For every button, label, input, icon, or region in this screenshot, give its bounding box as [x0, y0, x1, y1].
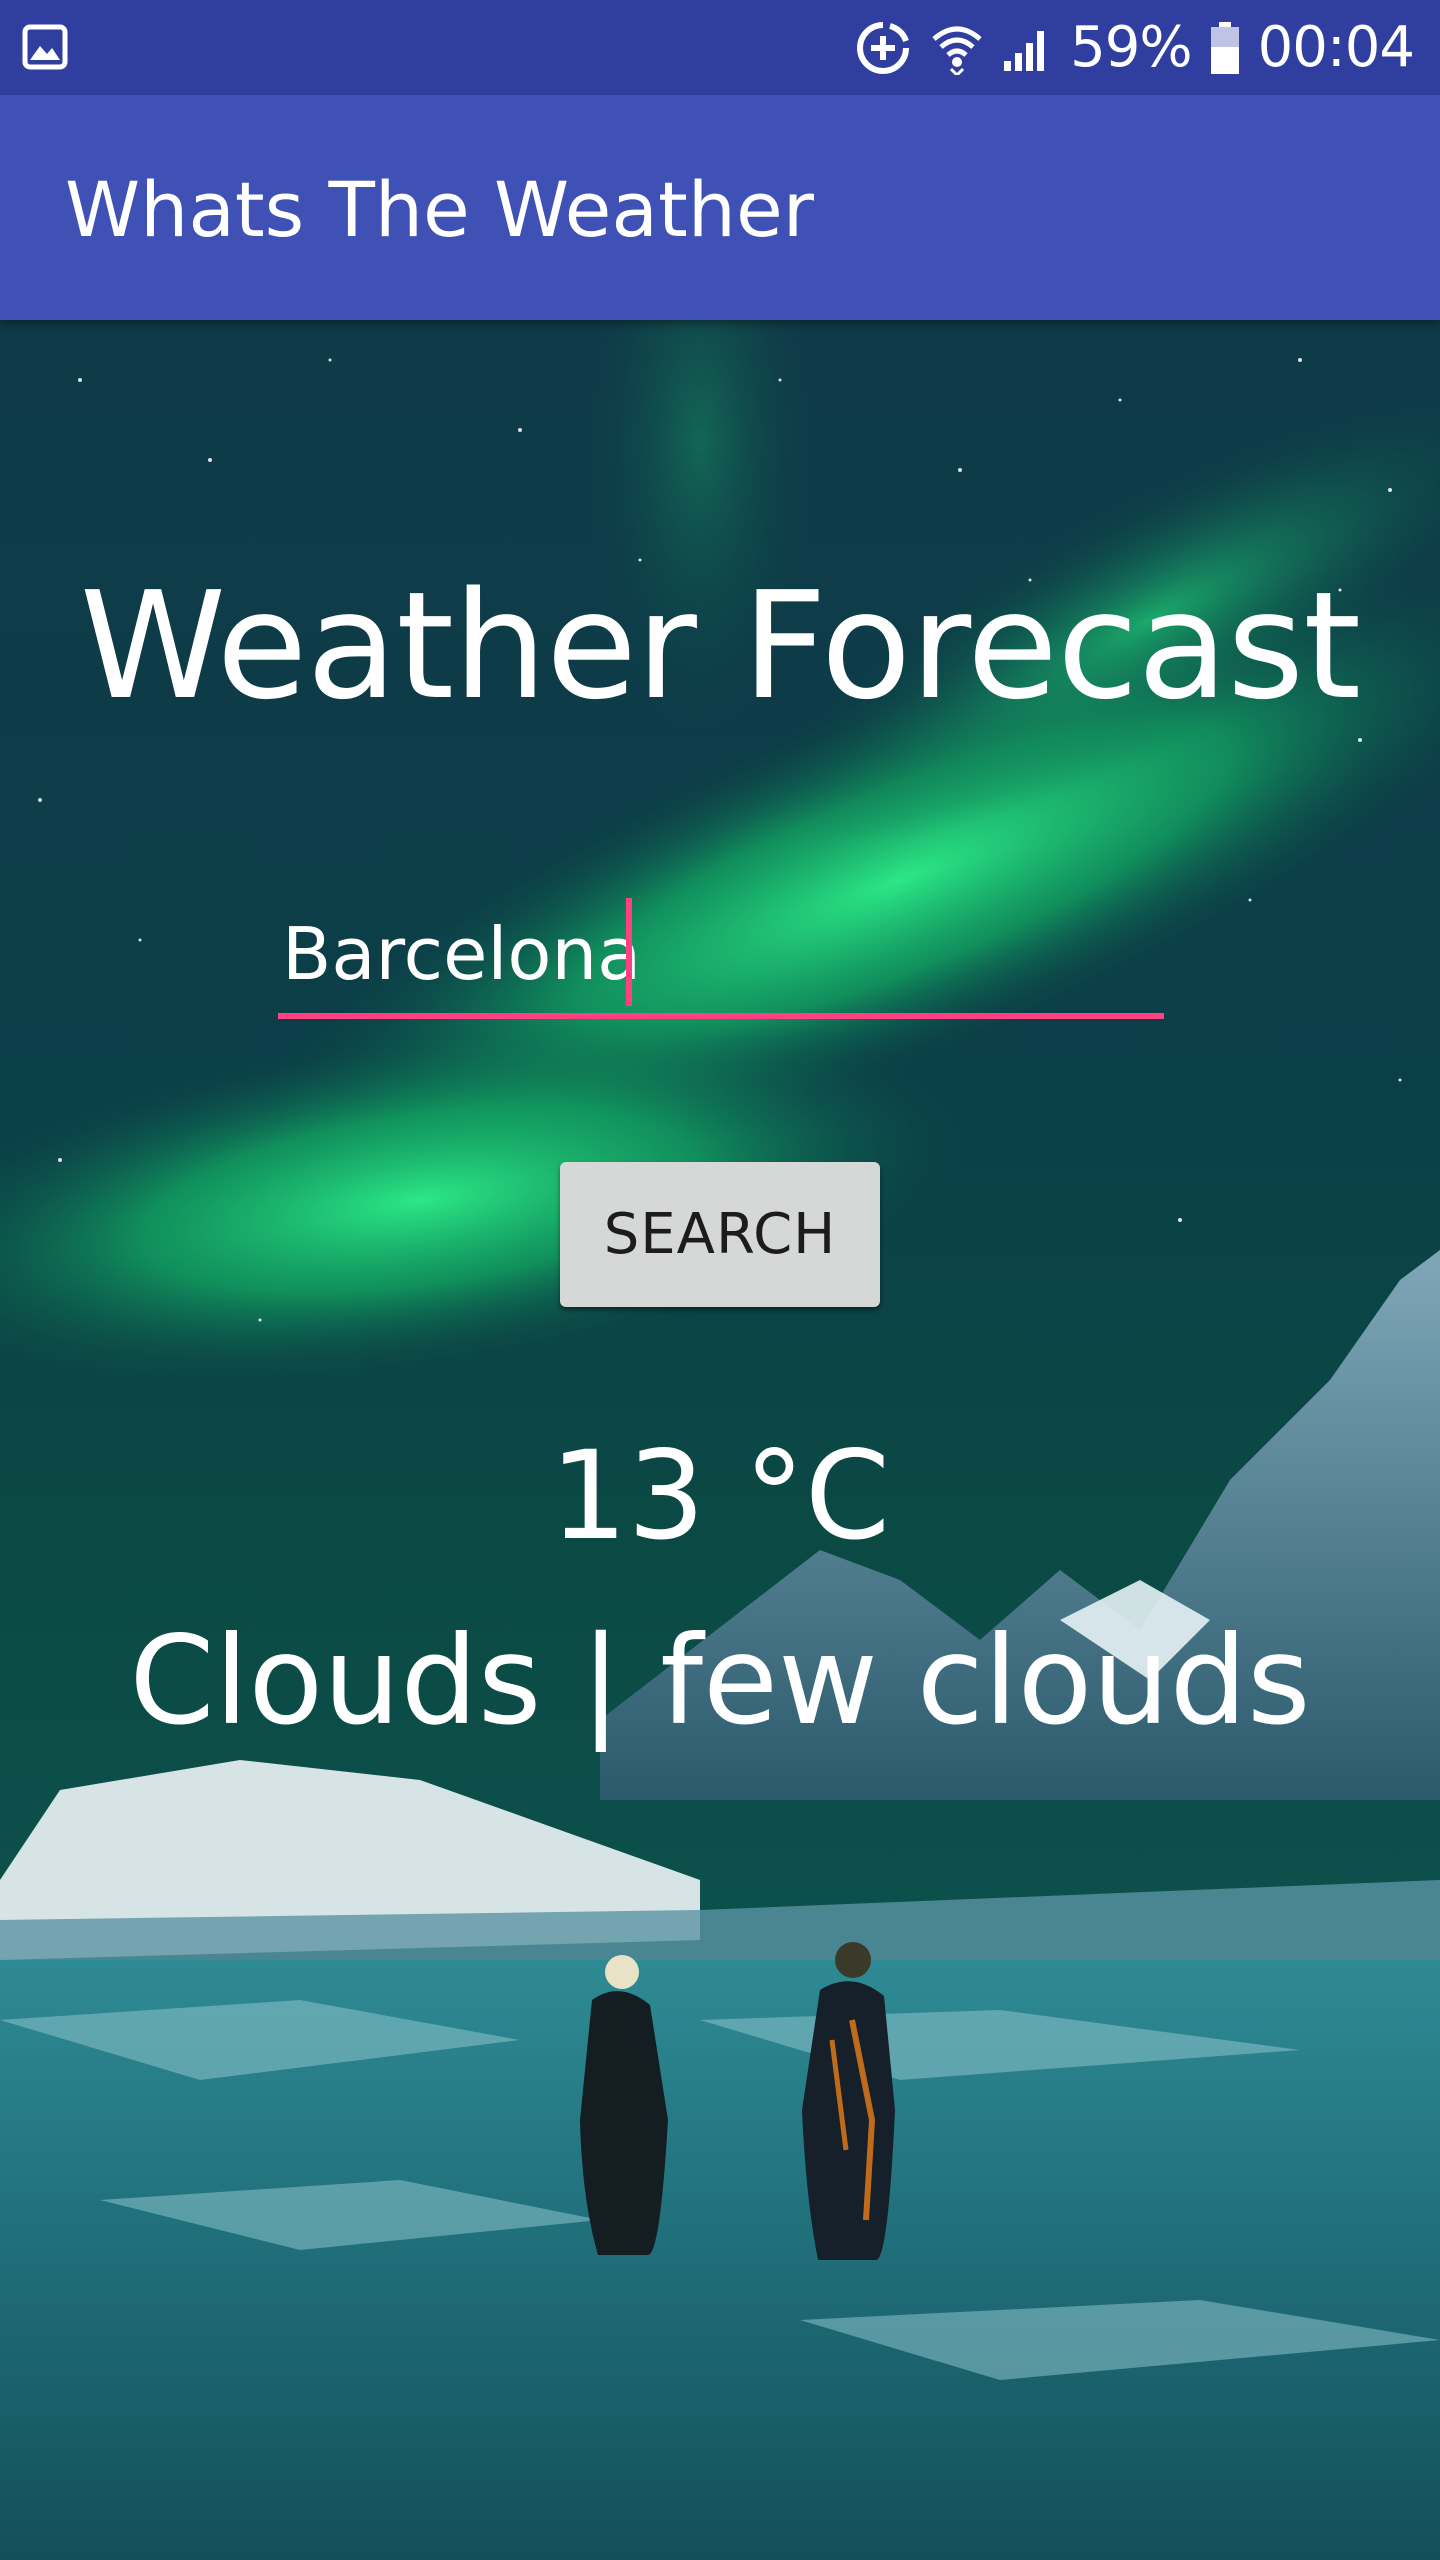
- city-input-underline: [278, 1013, 1164, 1019]
- page-heading: Weather Forecast: [79, 560, 1361, 732]
- status-bar: 59% 00:04: [0, 0, 1440, 95]
- city-field[interactable]: [278, 895, 1164, 1025]
- image-notification-icon: [22, 24, 68, 70]
- weather-description: Clouds | few clouds: [129, 1610, 1311, 1752]
- main-content: Weather Forecast SEARCH 13 °C Clouds | f…: [0, 320, 1440, 2560]
- clock: 00:04: [1257, 15, 1415, 80]
- wifi-icon: [930, 21, 984, 75]
- temperature-text: 13 °C: [549, 1425, 891, 1567]
- battery-percentage: 59%: [1070, 15, 1192, 80]
- weather-app-screen: 59% 00:04 Whats The Weather Weather Fore…: [0, 0, 1440, 2560]
- data-saver-icon: [854, 19, 912, 77]
- search-button[interactable]: SEARCH: [560, 1162, 880, 1307]
- app-bar: Whats The Weather: [0, 95, 1440, 320]
- status-indicators: 59% 00:04: [854, 0, 1415, 95]
- text-cursor: [626, 898, 632, 1006]
- battery-icon: [1210, 21, 1240, 75]
- city-input[interactable]: [278, 895, 1164, 1013]
- app-title: Whats The Weather: [65, 165, 814, 254]
- signal-icon: [1002, 23, 1052, 73]
